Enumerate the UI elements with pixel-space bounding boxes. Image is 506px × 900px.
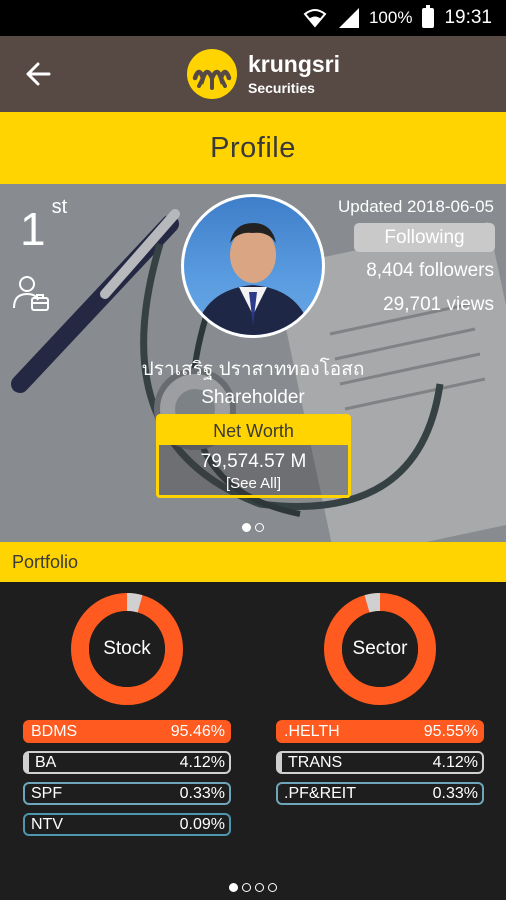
see-all-link[interactable]: [See All] [159,475,348,492]
sector-donut-label: Sector [352,638,408,659]
sector-percent: 95.55% [423,722,478,740]
app-header: krungsri Securities [0,36,506,112]
page-dot-active [229,883,238,892]
net-worth-card[interactable]: Net Worth 79,574.57 M [See All] [156,414,351,498]
stock-row[interactable]: NTV 0.09% [23,813,231,836]
clock: 19:31 [444,7,492,28]
page-dot [268,883,277,892]
followers-count: 8,404 followers [366,260,494,281]
page-dot-active [242,523,251,532]
sector-row[interactable]: .PF&REIT 0.33% [276,782,484,805]
portfolio-header: Portfolio [0,542,506,582]
sector-name: .HELTH [284,722,340,740]
stock-row[interactable]: SPF 0.33% [23,782,231,805]
krungsri-logo-icon [187,49,237,99]
sector-row[interactable]: TRANS 4.12% [276,751,484,774]
profile-photo [194,223,312,335]
stock-donut-label: Stock [103,638,151,659]
brand-logo: krungsri Securities [186,48,340,100]
stock-row[interactable]: BA 4.12% [23,751,231,774]
brand-name: krungsri [248,50,341,77]
back-button[interactable] [18,54,58,94]
profile-name: ปราเสริฐ ปราสาททองโอสถ [141,359,365,380]
battery-percent: 100% [368,8,413,27]
net-worth-label: Net Worth [159,417,348,445]
page-dot [255,523,264,532]
stock-percent: 0.33% [179,784,225,802]
stock-name: NTV [31,815,63,833]
shareholder-icon [13,276,49,311]
sector-percent: 4.12% [432,753,478,771]
rank-suffix: st [51,195,68,218]
page-title: Profile [210,131,296,164]
signal-icon [338,8,359,28]
following-button[interactable]: Following [354,223,495,252]
stock-percent: 0.09% [179,815,225,833]
stock-name: SPF [31,784,63,802]
stock-percent: 95.46% [170,722,225,740]
sector-donut-chart[interactable]: Sector [323,592,437,706]
status-bar: 100% 19:31 [0,0,506,36]
profile-role: Shareholder [201,387,305,408]
sector-row[interactable]: .HELTH 95.55% [276,720,484,743]
stock-name: BA [35,753,57,771]
avatar [181,194,325,338]
profile-hero[interactable]: 1st Updated 2018-06-05 Following 8,404 f… [0,184,506,542]
stock-row[interactable]: BDMS 95.46% [23,720,231,743]
updated-date: Updated 2018-06-05 [338,197,494,216]
portfolio-page-indicator [0,883,506,892]
sector-percent: 0.33% [432,784,478,802]
back-arrow-icon [26,62,51,86]
battery-icon [422,5,435,28]
sector-name: TRANS [288,753,343,771]
stock-donut-chart[interactable]: Stock [70,592,184,706]
stock-percent: 4.12% [179,753,225,771]
stock-name: BDMS [31,722,78,740]
sector-name: .PF&REIT [284,784,357,802]
views-count: 29,701 views [383,294,494,315]
page-dot [242,883,251,892]
portfolio-title: Portfolio [12,551,79,572]
brand-subtitle: Securities [248,79,315,96]
page-title-bar: Profile [0,112,506,184]
hero-page-indicator [0,523,506,532]
rank-number: 1 [20,203,46,255]
wifi-icon [303,9,327,28]
page-dot [255,883,264,892]
rank: 1st [20,197,67,255]
net-worth-value: 79,574.57 M [200,451,307,472]
